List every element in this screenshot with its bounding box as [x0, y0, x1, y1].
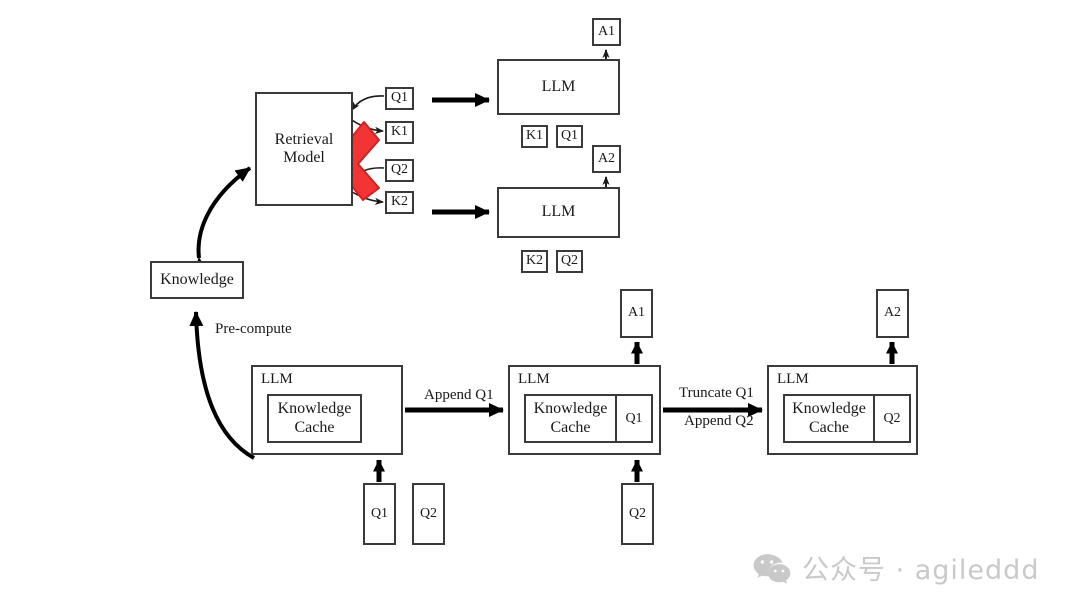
truncate-q1-label: Truncate Q1	[679, 385, 754, 401]
stage3-answer-a2[interactable]: A2	[876, 289, 909, 338]
stage1-knowledge-cache[interactable]: Knowledge Cache	[267, 394, 362, 443]
stage3-cache-label: Knowledge Cache	[785, 396, 873, 441]
stage1-cache-label: Knowledge Cache	[269, 396, 360, 441]
precompute-label: Pre-compute	[215, 321, 292, 337]
stage1-input-q2[interactable]: Q2	[412, 483, 445, 545]
retrieval-k1-curve	[348, 117, 384, 134]
stage1-cache-line1: Knowledge	[277, 400, 352, 418]
retrieval-model-box[interactable]: Retrieval Model	[255, 92, 353, 206]
token-q2-retrieval[interactable]: Q2	[385, 159, 414, 182]
llm-box-bottom[interactable]: LLM	[497, 187, 620, 238]
llm-bottom-input-k2[interactable]: K2	[521, 250, 548, 273]
retrieval-k2-curve	[348, 189, 384, 205]
stage2-knowledge-cache[interactable]: Knowledge Cache Q1	[524, 394, 653, 443]
stage2-cache-label: Knowledge Cache	[526, 396, 615, 441]
retrieval-q2-curve	[351, 167, 385, 181]
llm-top-input-q1[interactable]: Q1	[556, 125, 583, 148]
watermark: 公众号 · agileddd	[752, 548, 1039, 587]
retrieval-model-label: Retrieval Model	[275, 131, 334, 168]
stage1-llm-label: LLM	[261, 371, 293, 387]
stage2-cache-line1: Knowledge	[533, 400, 608, 418]
llm-box-top[interactable]: LLM	[497, 59, 620, 115]
token-q1-retrieval[interactable]: Q1	[385, 87, 414, 110]
llm-bottom-input-q2[interactable]: Q2	[556, 250, 583, 273]
knowledge-box[interactable]: Knowledge	[150, 261, 244, 299]
wechat-icon	[752, 552, 792, 584]
retrieval-q1-curve	[351, 95, 385, 111]
llm-top-input-k1[interactable]: K1	[521, 125, 548, 148]
retrieval-model-line1: Retrieval	[274, 130, 334, 148]
stage3-llm-label: LLM	[777, 371, 809, 387]
stage3-knowledge-cache[interactable]: Knowledge Cache Q2	[783, 394, 911, 443]
watermark-text: 公众号 · agileddd	[802, 555, 1040, 586]
stage3-cache-line2: Cache	[809, 418, 849, 436]
token-k1-retrieval[interactable]: K1	[385, 121, 414, 144]
stage2-answer-a1[interactable]: A1	[620, 289, 653, 338]
stage2-input-q2[interactable]: Q2	[621, 483, 654, 545]
answer-box-a2-top[interactable]: A2	[592, 145, 621, 173]
stage2-llm-label: LLM	[518, 371, 550, 387]
retrieval-model-line2: Model	[283, 149, 325, 166]
stage1-input-q1[interactable]: Q1	[363, 483, 396, 545]
stage2-cache-slot-q1[interactable]: Q1	[615, 396, 651, 441]
append-q1-label: Append Q1	[424, 387, 494, 403]
append-q2-label: Append Q2	[684, 413, 754, 429]
stage3-cache-slot-q2[interactable]: Q2	[873, 396, 909, 441]
stage3-cache-line1: Knowledge	[792, 400, 866, 418]
token-k2-retrieval[interactable]: K2	[385, 191, 414, 214]
answer-box-a1-top[interactable]: A1	[592, 18, 621, 46]
diagram-canvas: Retrieval Model Q1 K1 Q2 K2 LLM K1 Q1 A1…	[0, 0, 1080, 608]
stage1-cache-line2: Cache	[294, 418, 335, 436]
stage2-cache-line2: Cache	[550, 418, 591, 436]
knowledge-retrieval-link	[193, 166, 252, 273]
